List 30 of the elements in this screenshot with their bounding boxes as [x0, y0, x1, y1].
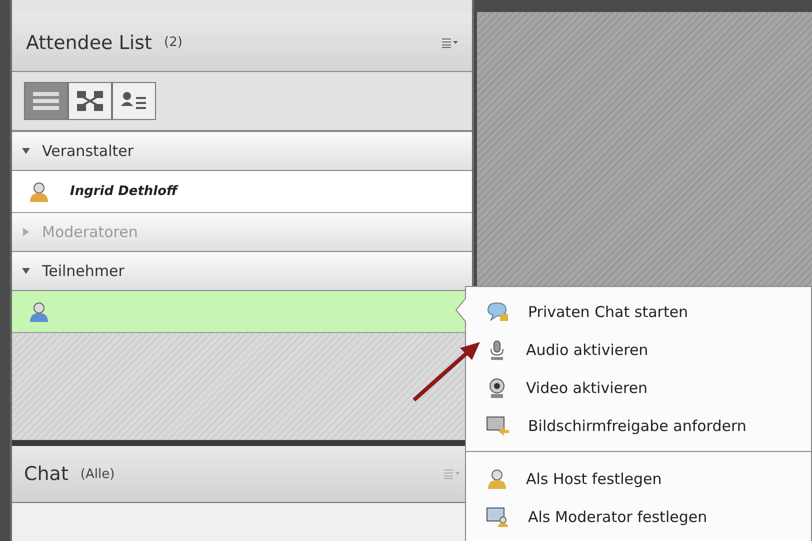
expand-icon	[22, 228, 30, 236]
list-icon	[31, 89, 61, 113]
chat-title: Chat	[24, 463, 68, 485]
menu-item[interactable]: Video aktivieren	[466, 369, 811, 407]
group-label: Moderatoren	[42, 223, 138, 241]
menu-icon[interactable]	[442, 38, 458, 48]
group-label: Teilnehmer	[42, 262, 124, 280]
menu-item[interactable]: Audio aktivieren	[466, 331, 811, 369]
view-toggle[interactable]	[24, 82, 68, 120]
chat-filter: (Alle)	[80, 466, 116, 482]
collapse-icon	[22, 147, 30, 155]
screen-person-icon	[486, 506, 510, 528]
menu-item[interactable]: Bildschirmfreigabe anfordern	[466, 407, 811, 445]
attendee-row[interactable]: Ingrid Dethloff	[12, 171, 472, 213]
attendee-name: Ingrid Dethloff	[70, 184, 178, 199]
person-icon	[486, 468, 508, 490]
panel-title: Attendee List	[26, 32, 152, 54]
screen-share-icon	[486, 415, 510, 437]
group-header[interactable]: Teilnehmer	[12, 252, 472, 291]
chat-bubble-icon	[486, 301, 510, 323]
menu-item[interactable]: Als Moderator festlegen	[466, 498, 811, 536]
menu-item[interactable]: Privaten Chat starten	[466, 293, 811, 331]
group-label: Veranstalter	[42, 142, 134, 160]
view-toggle[interactable]	[112, 82, 156, 120]
menu-item[interactable]: Als Host festlegen	[466, 460, 811, 498]
view-toggle[interactable]	[68, 82, 112, 120]
collapse-icon	[22, 267, 30, 275]
attendee-count: (2)	[164, 35, 184, 50]
group-header[interactable]: Veranstalter	[12, 132, 472, 171]
network-icon	[75, 89, 105, 113]
